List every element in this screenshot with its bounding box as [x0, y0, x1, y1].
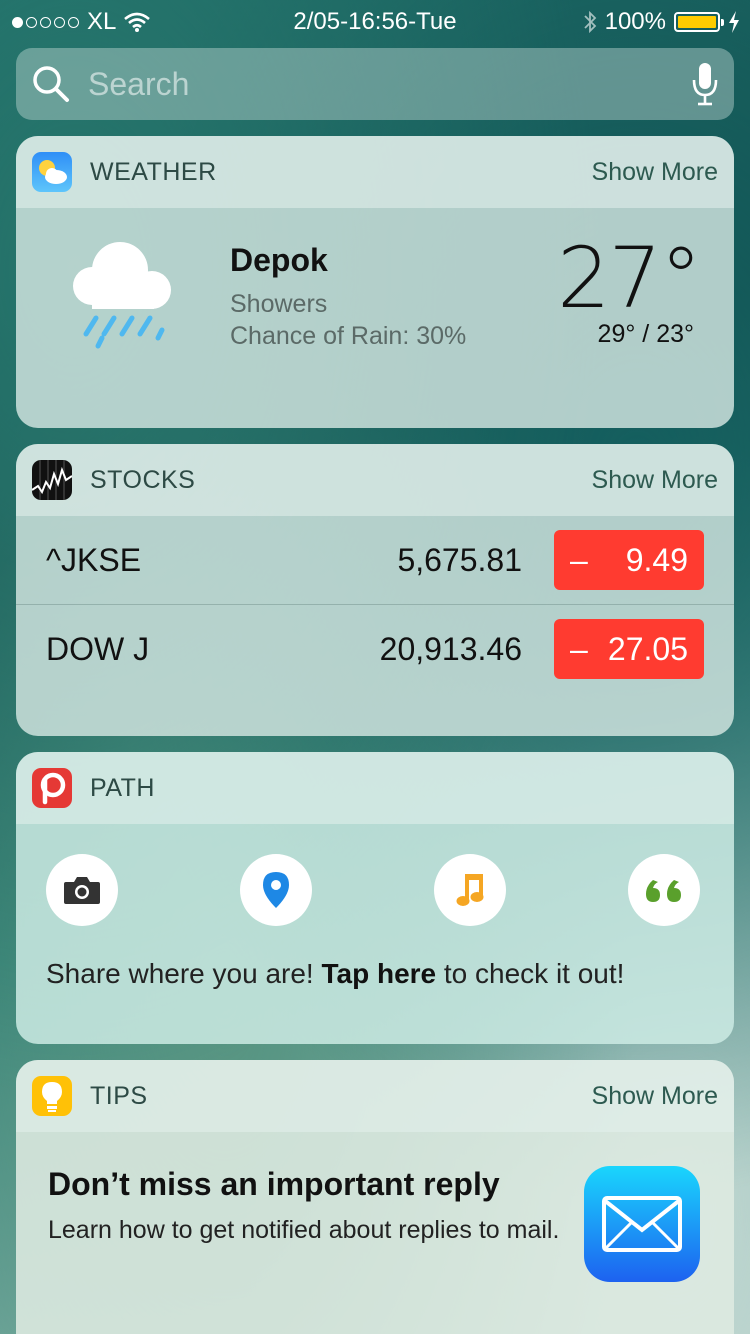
tip-headline: Don’t miss an important reply — [48, 1166, 500, 1202]
tip-description: Learn how to get notified about replies … — [48, 1216, 560, 1244]
path-app-icon — [32, 768, 72, 808]
music-note-icon — [456, 874, 484, 906]
stock-change-sign: – — [570, 541, 588, 578]
search-input[interactable] — [88, 65, 692, 103]
weather-title: WEATHER — [90, 157, 217, 186]
path-widget[interactable]: PATH Share where you are! Tap here to ch… — [16, 752, 734, 1044]
stock-change-badge[interactable]: – 27.05 — [554, 619, 704, 679]
path-body: Share where you are! Tap here to check i… — [16, 824, 734, 1044]
weather-app-icon — [32, 152, 72, 192]
stocks-show-more-button[interactable]: Show More — [592, 466, 718, 495]
stock-price: 20,913.46 — [379, 631, 522, 667]
stock-change-value: 9.49 — [625, 541, 688, 578]
stocks-app-icon — [32, 460, 72, 500]
path-text-end: to check it out! — [436, 958, 625, 989]
path-share-message[interactable]: Share where you are! Tap here to check i… — [46, 958, 624, 990]
tips-widget-header: TIPS Show More — [16, 1060, 734, 1132]
stock-change-sign: – — [570, 630, 588, 667]
weather-show-more-button[interactable]: Show More — [592, 158, 718, 187]
stock-row[interactable]: ^JKSE 5,675.81 – 9.49 — [16, 516, 734, 604]
stock-row[interactable]: DOW J 20,913.46 – 27.05 — [16, 604, 734, 692]
mail-app-icon[interactable] — [584, 1166, 700, 1282]
weather-rain-chance: Chance of Rain: 30% — [230, 322, 467, 350]
stocks-widget-header: STOCKS Show More — [16, 444, 734, 516]
battery-icon — [674, 12, 724, 32]
path-widget-header: PATH — [16, 752, 734, 824]
weather-widget-header: WEATHER Show More — [16, 136, 734, 208]
path-tap-here-link[interactable]: Tap here — [322, 958, 437, 989]
weather-condition: Showers — [230, 290, 328, 318]
status-bar: XL 2/05-16:56-Tue 100% — [0, 0, 750, 42]
path-camera-button[interactable] — [46, 854, 118, 926]
tips-widget[interactable]: TIPS Show More Don’t miss an important r… — [16, 1060, 734, 1334]
stock-price: 5,675.81 — [397, 542, 522, 578]
camera-icon — [64, 877, 100, 904]
stock-symbol: DOW J — [46, 631, 150, 667]
battery-percent: 100% — [604, 8, 666, 35]
search-bar[interactable] — [16, 48, 734, 120]
location-pin-icon — [263, 872, 289, 908]
weather-widget[interactable]: WEATHER Show More Depok Showers Chance o… — [16, 136, 734, 428]
tips-title: TIPS — [90, 1081, 148, 1110]
search-icon — [33, 66, 69, 102]
stock-change-badge[interactable]: – 9.49 — [554, 530, 704, 590]
tips-body: Don’t miss an important reply Learn how … — [16, 1132, 734, 1334]
microphone-icon[interactable] — [692, 62, 718, 106]
charging-bolt-icon — [729, 11, 739, 33]
path-music-button[interactable] — [434, 854, 506, 926]
tips-show-more-button[interactable]: Show More — [592, 1082, 718, 1111]
path-quote-button[interactable] — [628, 854, 700, 926]
stocks-widget[interactable]: STOCKS Show More ^JKSE 5,675.81 – 9.49 D… — [16, 444, 734, 736]
stock-change-value: 27.05 — [607, 630, 688, 667]
bluetooth-icon — [583, 10, 596, 34]
quote-icon — [646, 880, 681, 902]
weather-temperature: 27° — [557, 229, 702, 327]
weather-high-low: 29° / 23° — [597, 320, 694, 348]
weather-city: Depok — [230, 242, 328, 278]
stocks-title: STOCKS — [90, 465, 196, 494]
path-location-button[interactable] — [240, 854, 312, 926]
weather-body: Depok Showers Chance of Rain: 30% 27° 29… — [16, 208, 734, 428]
path-title: PATH — [90, 773, 155, 802]
tips-app-icon — [32, 1076, 72, 1116]
path-text-start: Share where you are! — [46, 958, 322, 989]
stock-symbol: ^JKSE — [46, 542, 142, 578]
status-right: 100% — [583, 8, 740, 36]
envelope-icon — [602, 1196, 682, 1252]
rain-cloud-icon — [73, 242, 171, 349]
